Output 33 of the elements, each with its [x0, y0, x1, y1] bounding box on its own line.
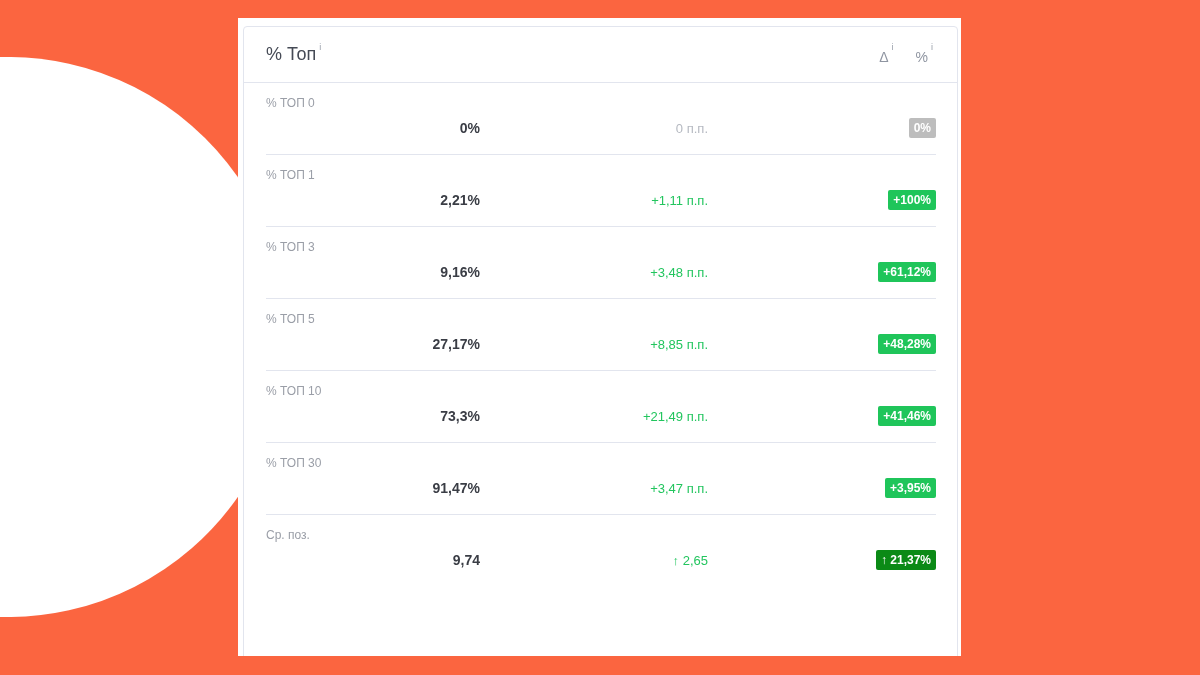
metric-value: 27,17%: [432, 336, 480, 352]
metric-value: 2,21%: [440, 192, 480, 208]
delta-value: ↑ 2,65: [672, 552, 708, 568]
delta-value: +3,48 п.п.: [650, 264, 708, 280]
metric-value: 73,3%: [440, 408, 480, 424]
change-badge: +48,28%: [878, 334, 936, 354]
delta-value: +1,11 п.п.: [651, 192, 708, 208]
delta-value: +8,85 п.п.: [650, 336, 708, 352]
info-hint[interactable]: i: [319, 42, 322, 52]
metric-label: % ТОП 10: [266, 383, 322, 400]
metric-label: % ТОП 1: [266, 167, 315, 184]
column-heading: Δ: [879, 48, 889, 65]
change-badge: +100%: [888, 190, 936, 210]
metric-value: 9,74: [452, 552, 480, 568]
delta-value: 0 п.п.: [675, 120, 708, 136]
info-hint[interactable]: i: [891, 42, 894, 52]
metric-label: % ТОП 30: [266, 455, 322, 472]
change-badge: ↑ 21,37%: [875, 550, 936, 570]
change-badge: +41,46%: [878, 406, 936, 426]
metric-value: 91,47%: [432, 480, 480, 496]
change-badge: +3,95%: [884, 478, 936, 498]
delta-value: +21,49 п.п.: [642, 408, 708, 424]
metric-value: 0%: [459, 120, 480, 136]
panel-title: % Топ: [266, 44, 317, 65]
metric-value: 9,16%: [440, 264, 480, 280]
column-heading: %: [915, 48, 928, 65]
metric-label: % ТОП 5: [266, 311, 315, 328]
delta-value: +3,47 п.п.: [650, 480, 708, 496]
metric-label: % ТОП 3: [266, 239, 315, 256]
metric-label: Ср. поз.: [266, 527, 310, 544]
metric-label: % ТОП 0: [266, 95, 315, 112]
change-badge: +61,12%: [878, 262, 936, 282]
change-badge: 0%: [908, 118, 936, 138]
